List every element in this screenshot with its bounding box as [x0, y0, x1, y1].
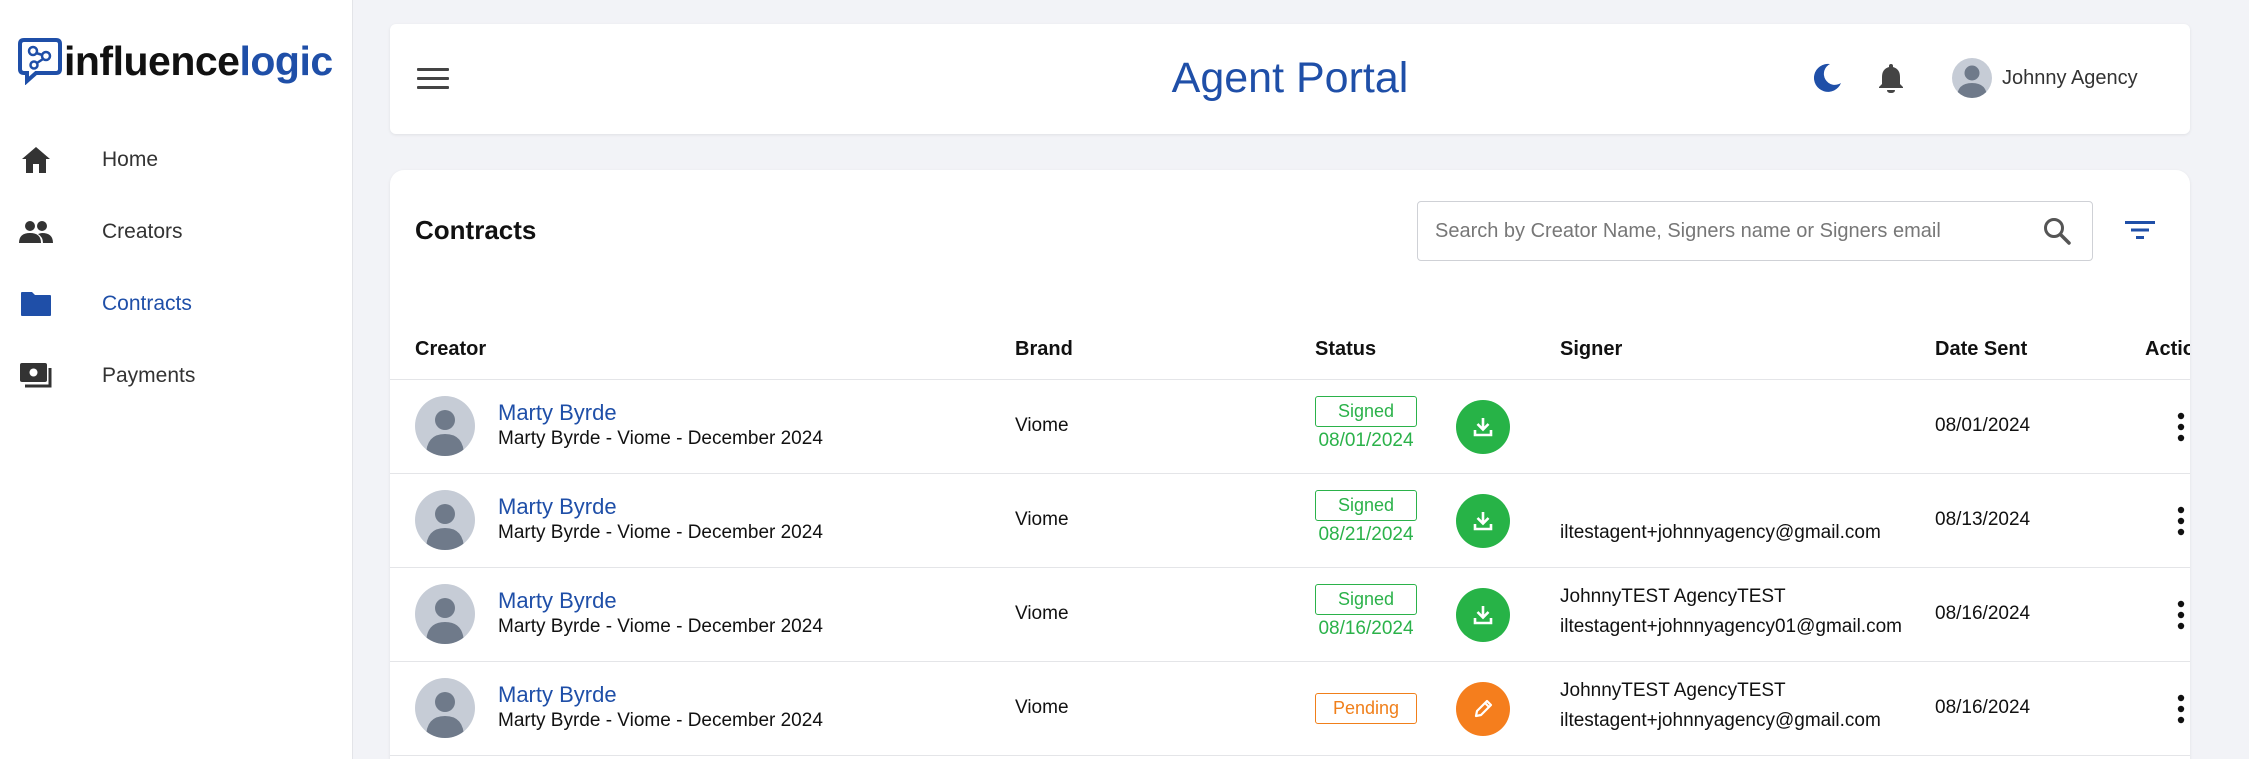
sidebar-item-contracts[interactable]: Contracts — [0, 268, 352, 340]
more-options-icon[interactable] — [2176, 504, 2186, 538]
column-header-status[interactable]: Status — [1315, 338, 1376, 361]
brand-cell: Viome — [1015, 603, 1069, 624]
column-header-signer[interactable]: Signer — [1560, 338, 1622, 361]
status-badge: Pending — [1315, 693, 1417, 724]
creator-name-link[interactable]: Marty Byrde — [498, 588, 617, 614]
sidebar-item-payments[interactable]: Payments — [0, 340, 352, 412]
logo-icon — [18, 38, 62, 85]
brand-cell: Viome — [1015, 509, 1069, 530]
home-icon — [19, 143, 53, 177]
table-header: Creator Brand Status Signer Date Sent Ac… — [390, 322, 2190, 380]
avatar — [1952, 58, 1992, 98]
table-row[interactable]: Marty Byrde Marty Byrde - Viome - Decemb… — [390, 474, 2190, 568]
sidebar-item-label: Payments — [102, 364, 196, 387]
people-icon — [19, 215, 53, 249]
column-header-brand[interactable]: Brand — [1015, 338, 1073, 361]
dark-mode-icon[interactable] — [1810, 61, 1844, 95]
more-options-icon[interactable] — [2176, 692, 2186, 726]
folder-icon — [19, 287, 53, 321]
download-button[interactable] — [1456, 588, 1510, 642]
sidebar-item-label: Contracts — [102, 292, 192, 315]
status-date: 08/21/2024 — [1318, 524, 1414, 545]
date-sent: 08/13/2024 — [1935, 509, 2031, 530]
signer-name: JohnnyTEST AgencyTEST — [1560, 680, 1786, 701]
download-icon — [1473, 606, 1493, 625]
influencelogic-logo[interactable]: influencelogic — [16, 36, 333, 86]
section-title: Contracts — [415, 215, 537, 245]
page-title: Agent Portal — [1171, 54, 1409, 102]
contract-title: Marty Byrde - Viome - December 2024 — [498, 710, 823, 731]
column-header-actions: Actions — [2145, 338, 2190, 360]
signer-email: iltestagent+johnnyagency@gmail.com — [1560, 710, 1881, 731]
status-date: 08/16/2024 — [1318, 618, 1414, 639]
search-box — [1417, 201, 2093, 261]
contract-title: Marty Byrde - Viome - December 2024 — [498, 428, 823, 449]
table-row[interactable]: Marty Byrde Marty Byrde - Viome - Decemb… — [390, 568, 2190, 662]
contracts-panel: Contracts Creator Brand Status Signer Da… — [390, 170, 2190, 759]
status-badge: Signed — [1315, 490, 1417, 521]
signer-email: iltestagent+johnnyagency01@gmail.com — [1560, 616, 1902, 637]
status-badge: Signed — [1315, 584, 1417, 615]
sidebar: influencelogic Home Creators Contracts P… — [0, 0, 353, 759]
table-row[interactable]: Marty Byrde Marty Byrde - Viome - Decemb… — [390, 662, 2190, 756]
column-header-date-sent[interactable]: Date Sent — [1935, 338, 2027, 361]
download-icon — [1473, 418, 1493, 437]
sidebar-item-label: Home — [102, 148, 159, 171]
user-name: Johnny Agency — [2002, 66, 2138, 89]
signer-name: JohnnyTEST AgencyTEST — [1560, 586, 1786, 607]
avatar — [415, 396, 475, 456]
bell-icon[interactable] — [1874, 61, 1908, 95]
brand-cell: Viome — [1015, 697, 1069, 718]
download-button[interactable] — [1456, 400, 1510, 454]
avatar — [415, 678, 475, 738]
sidebar-item-label: Creators — [102, 220, 183, 243]
sidebar-nav: Home Creators Contracts Payments — [0, 124, 352, 412]
sidebar-item-home[interactable]: Home — [0, 124, 352, 196]
contract-title: Marty Byrde - Viome - December 2024 — [498, 616, 823, 637]
pen-icon — [1474, 699, 1493, 718]
avatar — [415, 584, 475, 644]
contract-title: Marty Byrde - Viome - December 2024 — [498, 522, 823, 543]
creator-name-link[interactable]: Marty Byrde — [498, 400, 617, 426]
more-options-icon[interactable] — [2176, 598, 2186, 632]
date-sent: 08/16/2024 — [1935, 697, 2031, 718]
signer-email: iltestagent+johnnyagency@gmail.com — [1560, 522, 1881, 543]
search-icon[interactable] — [2042, 216, 2072, 246]
avatar — [415, 490, 475, 550]
table-row[interactable]: Marty Byrde Marty Byrde - Viome - Decemb… — [390, 380, 2190, 474]
status-date: 08/01/2024 — [1318, 430, 1414, 451]
top-header: Agent Portal Johnny Agency — [390, 24, 2190, 134]
filter-icon[interactable] — [2123, 215, 2157, 245]
status-badge: Signed — [1315, 396, 1417, 427]
creator-name-link[interactable]: Marty Byrde — [498, 494, 617, 520]
date-sent: 08/16/2024 — [1935, 603, 2031, 624]
column-header-creator[interactable]: Creator — [415, 338, 486, 361]
more-options-icon[interactable] — [2176, 410, 2186, 444]
sidebar-item-creators[interactable]: Creators — [0, 196, 352, 268]
brand-cell: Viome — [1015, 415, 1069, 436]
download-icon — [1473, 512, 1493, 531]
sign-button[interactable] — [1456, 682, 1510, 736]
payments-icon — [19, 359, 53, 393]
user-menu[interactable]: Johnny Agency — [1952, 58, 2138, 98]
date-sent: 08/01/2024 — [1935, 415, 2031, 436]
search-input[interactable] — [1435, 202, 2042, 260]
download-button[interactable] — [1456, 494, 1510, 548]
creator-name-link[interactable]: Marty Byrde — [498, 682, 617, 708]
logo-text: influencelogic — [64, 37, 333, 84]
